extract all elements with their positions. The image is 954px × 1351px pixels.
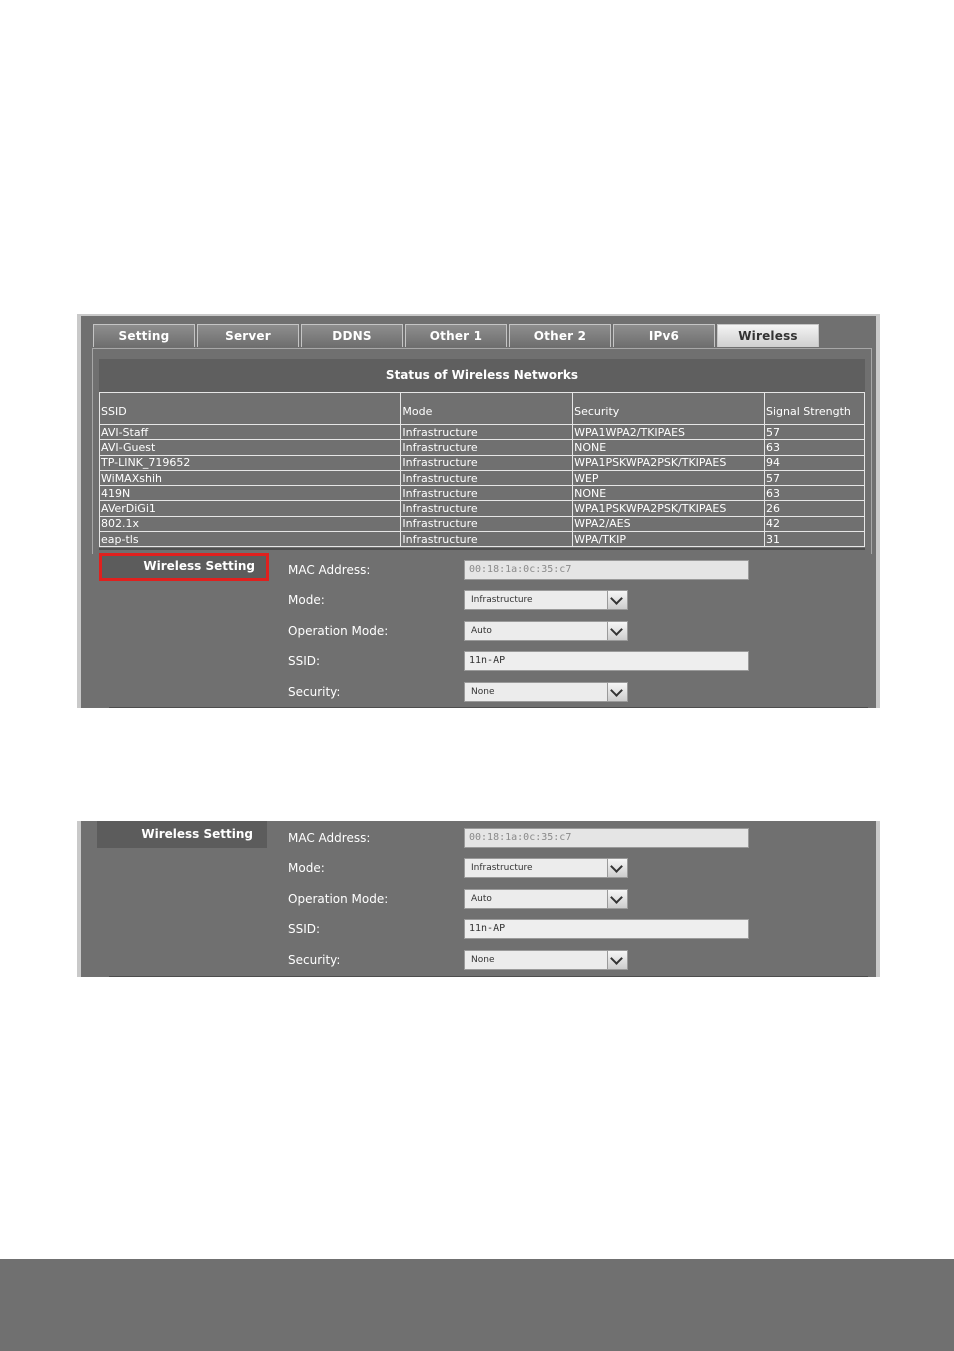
cell-signal: 63 (764, 485, 865, 502)
column-header-mode: Mode (400, 392, 574, 425)
cell-ssid: TP-LINK_719652 (98, 454, 402, 471)
wireless-networks-table: SSID Mode Security Signal Strength AVI-S… (98, 392, 865, 548)
cell-signal: 57 (764, 469, 865, 487)
security-select-value: None (471, 687, 495, 697)
ssid-field[interactable]: 11n-AP (464, 651, 749, 671)
cell-security: NONE (572, 439, 765, 456)
status-title: Status of Wireless Networks (99, 359, 865, 392)
ssid-label: SSID: (288, 654, 321, 668)
cell-ssid: AVI-Staff (98, 423, 402, 441)
cell-ssid: AVerDiGi1 (98, 500, 402, 517)
tab-setting[interactable]: Setting (93, 324, 195, 347)
page-footer-band (0, 1259, 954, 1351)
mac-address-field[interactable]: 00:18:1a:0c:35:c7 (464, 828, 749, 848)
chevron-down-icon[interactable] (607, 591, 627, 609)
cell-mode: Infrastructure (400, 439, 574, 456)
security-label: Security: (288, 953, 341, 967)
wireless-status-panel: Setting Server DDNS Other 1 Other 2 IPv6… (77, 314, 880, 708)
cell-security: WPA1PSKWPA2PSK/TKIPAES (572, 500, 765, 517)
table-row[interactable]: WiMAXshih Infrastructure WEP 57 (98, 469, 865, 487)
tab-ipv6[interactable]: IPv6 (613, 324, 715, 347)
cell-signal: 57 (764, 423, 865, 441)
table-row[interactable]: AVerDiGi1 Infrastructure WPA1PSKWPA2PSK/… (98, 500, 865, 517)
cell-signal: 42 (764, 515, 865, 533)
chevron-down-icon[interactable] (607, 859, 627, 877)
column-header-signal-strength: Signal Strength (764, 392, 865, 425)
column-header-ssid: SSID (98, 392, 402, 425)
operation-mode-select-value: Auto (471, 894, 492, 904)
wireless-setting-panel: Wireless Setting MAC Address: 00:18:1a:0… (77, 821, 880, 977)
table-header-row: SSID Mode Security Signal Strength (98, 392, 865, 425)
operation-mode-select[interactable]: Auto (464, 621, 628, 641)
mac-address-label: MAC Address: (288, 831, 371, 845)
mode-label: Mode: (288, 593, 325, 607)
mode-select[interactable]: Infrastructure (464, 858, 628, 878)
tab-server[interactable]: Server (197, 324, 299, 347)
mac-address-field[interactable]: 00:18:1a:0c:35:c7 (464, 560, 749, 580)
operation-mode-label: Operation Mode: (288, 624, 389, 638)
tab-wireless[interactable]: Wireless (717, 324, 819, 347)
mode-select[interactable]: Infrastructure (464, 590, 628, 610)
table-row[interactable]: 802.1x Infrastructure WPA2/AES 42 (98, 515, 865, 533)
table-row[interactable]: TP-LINK_719652 Infrastructure WPA1PSKWPA… (98, 454, 865, 471)
table-divider (99, 548, 865, 550)
mode-select-value: Infrastructure (471, 595, 533, 605)
cell-ssid: AVI-Guest (98, 439, 402, 456)
cell-ssid: 419N (98, 485, 402, 502)
table-row[interactable]: eap-tls Infrastructure WPA/TKIP 31 (98, 531, 865, 548)
cell-signal: 26 (764, 500, 865, 517)
mode-label: Mode: (288, 861, 325, 875)
cell-mode: Infrastructure (400, 469, 574, 487)
ssid-label: SSID: (288, 922, 321, 936)
chevron-down-icon[interactable] (607, 951, 627, 969)
cell-security: WPA1PSKWPA2PSK/TKIPAES (572, 454, 765, 471)
column-header-security: Security (572, 392, 765, 425)
cell-security: WPA1WPA2/TKIPAES (572, 423, 765, 441)
cell-mode: Infrastructure (400, 423, 574, 441)
cell-security: WPA2/AES (572, 515, 765, 533)
cell-ssid: WiMAXshih (98, 469, 402, 487)
cell-signal: 94 (764, 454, 865, 471)
security-select[interactable]: None (464, 682, 628, 702)
mac-address-label: MAC Address: (288, 563, 371, 577)
panel-bottom-line (109, 976, 868, 977)
wireless-setting-label-highlighted: Wireless Setting (99, 553, 269, 581)
security-label: Security: (288, 685, 341, 699)
cell-mode: Infrastructure (400, 515, 574, 533)
cell-ssid: 802.1x (98, 515, 402, 533)
cell-ssid: eap-tls (98, 531, 402, 548)
operation-mode-select-value: Auto (471, 626, 492, 636)
cell-mode: Infrastructure (400, 485, 574, 502)
wireless-setting-label: Wireless Setting (97, 821, 267, 848)
cell-signal: 31 (764, 531, 865, 548)
cell-security: WEP (572, 469, 765, 487)
tab-other-1[interactable]: Other 1 (405, 324, 507, 347)
chevron-down-icon[interactable] (607, 683, 627, 701)
operation-mode-label: Operation Mode: (288, 892, 389, 906)
chevron-down-icon[interactable] (607, 890, 627, 908)
cell-security: NONE (572, 485, 765, 502)
operation-mode-select[interactable]: Auto (464, 889, 628, 909)
security-select[interactable]: None (464, 950, 628, 970)
cell-security: WPA/TKIP (572, 531, 765, 548)
table-row[interactable]: AVI-Staff Infrastructure WPA1WPA2/TKIPAE… (98, 423, 865, 441)
cell-signal: 63 (764, 439, 865, 456)
chevron-down-icon[interactable] (607, 622, 627, 640)
table-row[interactable]: AVI-Guest Infrastructure NONE 63 (98, 439, 865, 456)
tab-other-2[interactable]: Other 2 (509, 324, 611, 347)
panel-bottom-line (109, 707, 868, 708)
ssid-field[interactable]: 11n-AP (464, 919, 749, 939)
cell-mode: Infrastructure (400, 454, 574, 471)
table-row[interactable]: 419N Infrastructure NONE 63 (98, 485, 865, 502)
cell-mode: Infrastructure (400, 531, 574, 548)
mode-select-value: Infrastructure (471, 863, 533, 873)
cell-mode: Infrastructure (400, 500, 574, 517)
tab-ddns[interactable]: DDNS (301, 324, 403, 347)
security-select-value: None (471, 955, 495, 965)
